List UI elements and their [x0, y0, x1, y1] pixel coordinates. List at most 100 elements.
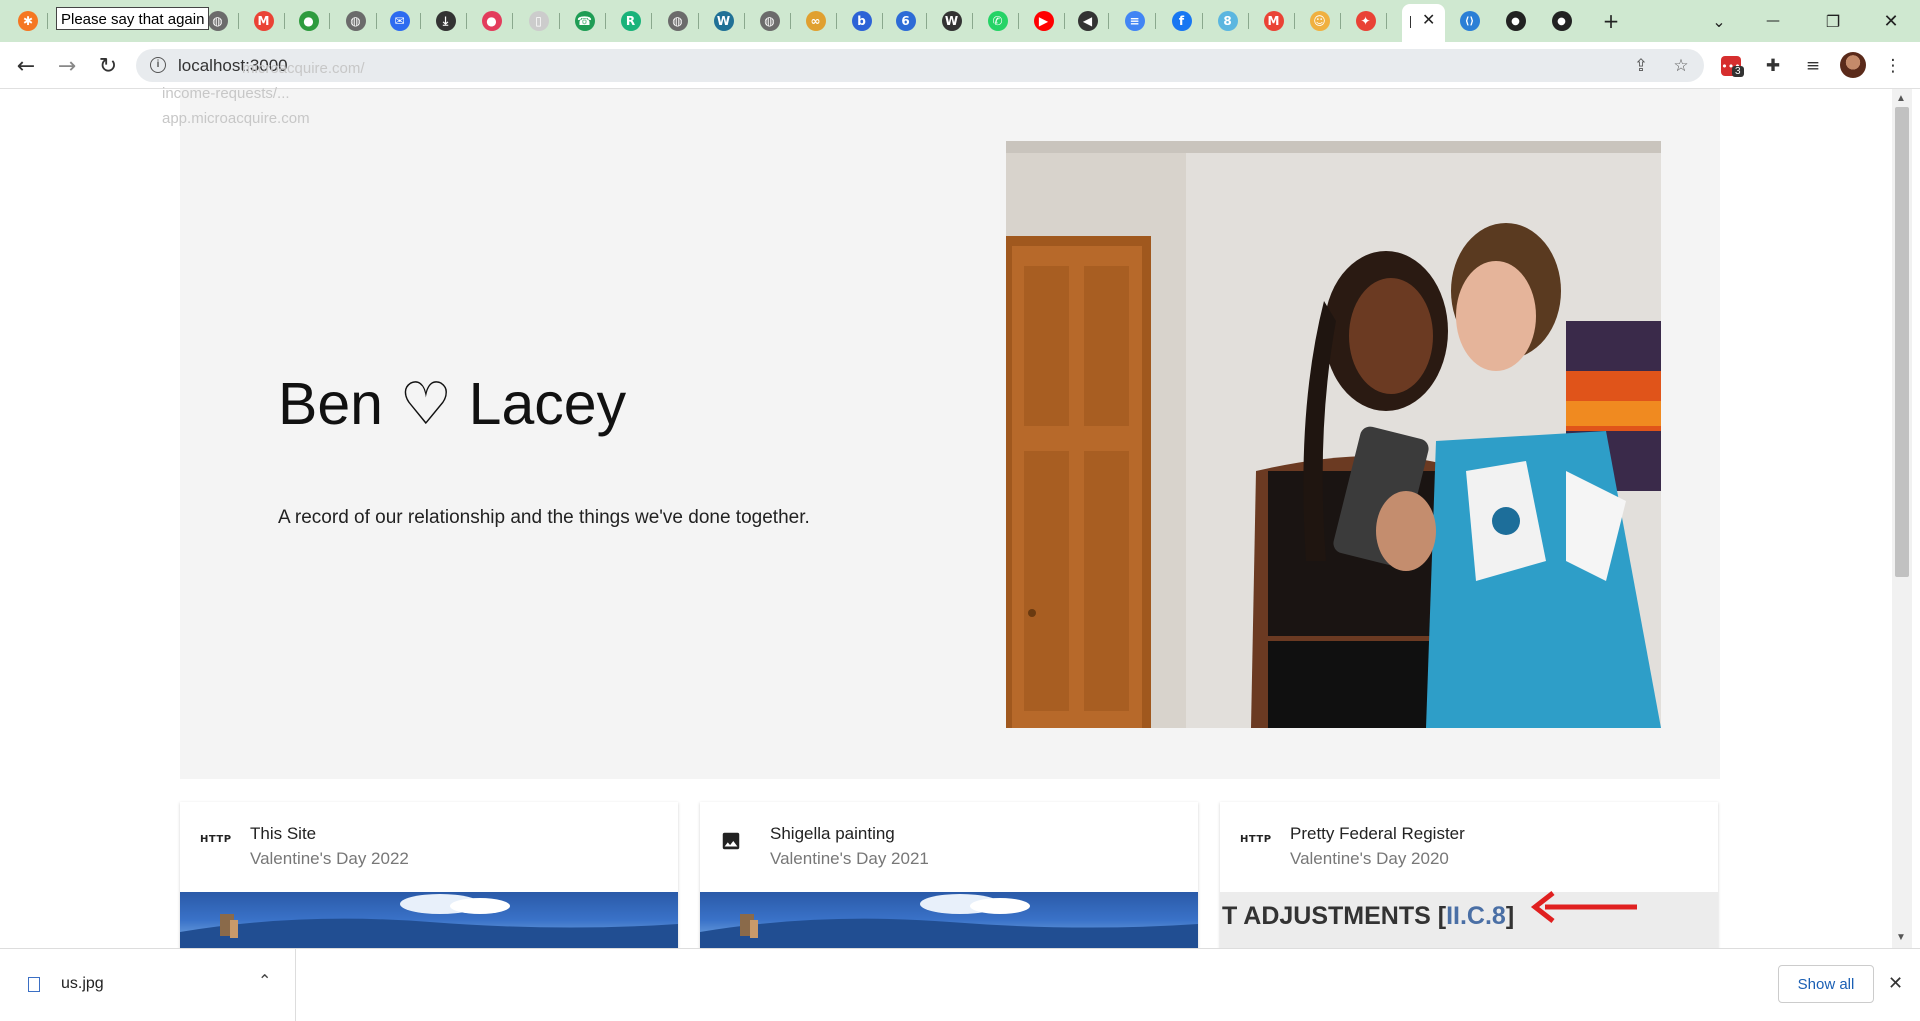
browser-tab[interactable]: ◀ [1066, 7, 1109, 35]
media-control-icon[interactable]: ≡ [1800, 53, 1826, 79]
project-card[interactable]: Shigella painting Valentine's Day 2021 [700, 802, 1198, 948]
gmail-icon: M [253, 11, 274, 31]
browser-tab[interactable]: ☺ [1298, 7, 1341, 35]
window-close-button[interactable]: ✕ [1878, 8, 1904, 34]
page-viewport: Ben ♡ Lacey A record of our relationship… [0, 89, 1892, 948]
thumbnail-text: T ADJUSTMENTS [II.C.8] [1222, 902, 1514, 931]
browser-tab[interactable]: ▯ [517, 7, 560, 35]
vscode-icon: ⟨⟩ [1459, 11, 1480, 31]
download-icon: ⤓ [435, 11, 456, 31]
browser-tab[interactable]: ● [1540, 7, 1583, 35]
browser-tab[interactable]: M [1252, 7, 1295, 35]
reload-button[interactable]: ↻ [94, 52, 122, 80]
card-title[interactable]: Shigella painting [770, 824, 895, 844]
browser-tab[interactable]: b [840, 7, 883, 35]
browser-tab[interactable]: W [930, 7, 973, 35]
browser-tab[interactable]: ⤓ [424, 7, 467, 35]
show-all-button[interactable]: Show all [1778, 965, 1874, 1003]
browser-tab[interactable]: ● [1494, 7, 1537, 35]
scrollbar-thumb[interactable] [1895, 107, 1909, 577]
browser-tab[interactable]: ✦ [1344, 7, 1387, 35]
browser-tab[interactable]: ◍ [748, 7, 791, 35]
tab-separator [651, 13, 652, 29]
browser-tab[interactable]: 8 [1206, 7, 1249, 35]
project-card[interactable]: HTTP Pretty Federal Register Valentine's D… [1220, 802, 1718, 948]
download-bar: us.jpg ⌃ Show all ✕ [0, 948, 1920, 1021]
browser-tab[interactable]: R [609, 7, 652, 35]
restore-button[interactable]: ❐ [1820, 8, 1846, 34]
browser-tab[interactable]: ✉ [378, 7, 421, 35]
bookmark-star-icon[interactable]: ☆ [1670, 55, 1692, 77]
card-title[interactable]: Pretty Federal Register [1290, 824, 1465, 844]
tab-separator [698, 13, 699, 29]
browser-tab[interactable]: ✱ [8, 7, 48, 35]
tab-separator [420, 13, 421, 29]
pinwheel-icon: ✦ [1355, 11, 1376, 31]
image-icon [720, 830, 742, 855]
r-app-icon: R [620, 11, 641, 31]
autocomplete-ghost-line: microacquire.com/ [242, 60, 365, 77]
couple-photo [1006, 141, 1661, 728]
github-icon: ● [1505, 11, 1526, 31]
browser-tab[interactable]: ☎ [563, 7, 606, 35]
tab-separator [238, 13, 239, 29]
tab-active[interactable]: ✕ [1402, 4, 1445, 42]
browser-tab[interactable]: ● [470, 7, 513, 35]
card-thumbnail[interactable] [700, 892, 1198, 948]
download-bar-close-icon[interactable]: ✕ [1888, 973, 1903, 994]
chevron-up-icon[interactable]: ⌃ [258, 971, 271, 990]
browser-tab[interactable]: ◍ [334, 7, 377, 35]
card-thumbnail[interactable]: T ADJUSTMENTS [II.C.8] [1220, 892, 1718, 948]
browser-tab[interactable]: ▶ [1022, 7, 1065, 35]
download-file-name[interactable]: us.jpg [61, 975, 104, 993]
tab-search-dropdown-icon[interactable]: ⌄ [1706, 8, 1732, 34]
tab-separator [1386, 13, 1387, 29]
new-tab-button[interactable]: + [1598, 8, 1624, 34]
browser-menu-icon[interactable]: ⋮ [1880, 53, 1906, 79]
couple-photo-art [1006, 141, 1661, 728]
share-icon[interactable]: ⇪ [1630, 55, 1652, 77]
browser-tab[interactable]: f [1160, 7, 1203, 35]
github-icon: ● [1551, 11, 1572, 31]
extension-badge-count: 3 [1732, 66, 1744, 77]
wordpress-icon: W [713, 11, 734, 31]
tab-separator [1294, 13, 1295, 29]
tab-close-icon[interactable]: ✕ [1422, 10, 1435, 29]
scroll-up-arrow-icon[interactable]: ▲ [1896, 93, 1906, 104]
browser-tab[interactable]: W [702, 7, 745, 35]
tab-separator [284, 13, 285, 29]
globe-icon: ◍ [207, 11, 228, 31]
card-subtitle: Valentine's Day 2022 [250, 849, 409, 868]
project-card[interactable]: HTTP This Site Valentine's Day 2022 [180, 802, 678, 948]
tab-active-favicon [1410, 16, 1411, 28]
whatsapp-icon: ✆ [987, 11, 1008, 31]
http-icon: HTTP [1240, 834, 1272, 845]
scroll-down-arrow-icon[interactable]: ▼ [1896, 932, 1906, 943]
forward-button[interactable]: → [53, 52, 81, 80]
minimize-button[interactable]: — [1760, 8, 1786, 34]
tab-separator [926, 13, 927, 29]
browser-tab[interactable]: ⟨⟩ [1448, 7, 1491, 35]
page-scrollbar[interactable]: ▲ ▼ [1892, 89, 1912, 948]
gmail-icon: M [1263, 11, 1284, 31]
browser-tab[interactable]: 6 [884, 7, 927, 35]
tab-separator [1108, 13, 1109, 29]
card-title[interactable]: This Site [250, 824, 316, 844]
card-thumbnail[interactable] [180, 892, 678, 948]
tab-separator [972, 13, 973, 29]
browser-tab[interactable]: ◍ [656, 7, 699, 35]
file-icon [28, 977, 40, 992]
extensions-puzzle-icon[interactable]: ✚ [1760, 53, 1786, 79]
back-button[interactable]: ← [12, 52, 40, 80]
globe-icon: ◍ [667, 11, 688, 31]
download-item[interactable]: us.jpg ⌃ [0, 949, 296, 1021]
browser-tab[interactable]: M [242, 7, 285, 35]
profile-avatar[interactable] [1840, 52, 1866, 78]
messenger-icon: ✉ [389, 11, 410, 31]
browser-tab[interactable]: ∞ [794, 7, 837, 35]
browser-tab[interactable]: ≡ [1113, 7, 1156, 35]
person-icon: ☺ [1309, 11, 1330, 31]
tab-separator [744, 13, 745, 29]
browser-tab[interactable]: ✆ [976, 7, 1019, 35]
browser-tab[interactable]: ● [287, 7, 330, 35]
